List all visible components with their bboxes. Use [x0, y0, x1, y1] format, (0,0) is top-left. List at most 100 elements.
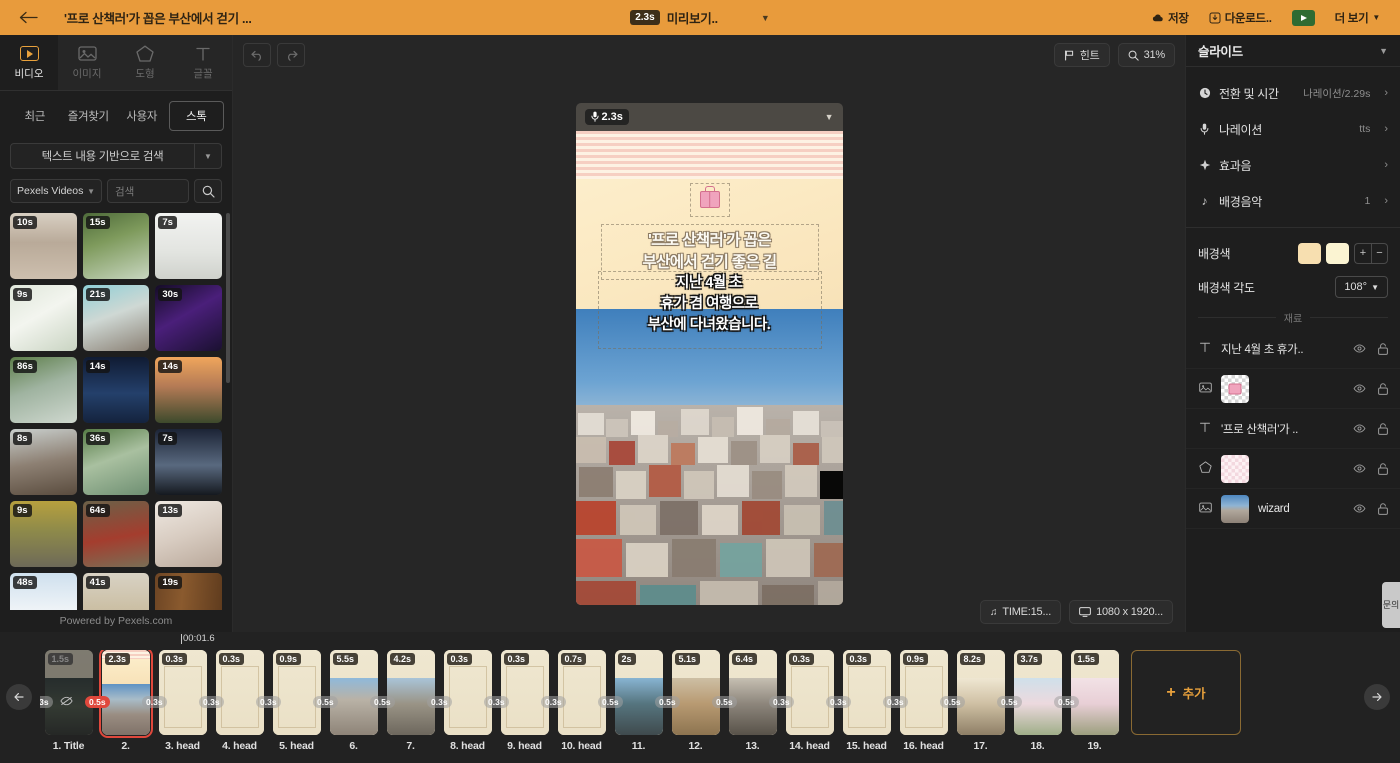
row-transition-time[interactable]: 전환 및 시간 나레이션/2.29s ›: [1186, 75, 1400, 111]
timeline-scene-strip[interactable]: 0.3s1.5s1. Title0.5s2.3s2.0.3s0.3s3. hea…: [40, 650, 1362, 763]
hint-button[interactable]: 힌트: [1054, 43, 1110, 67]
unlock-icon[interactable]: [1378, 423, 1388, 435]
inquiry-tab[interactable]: 문의: [1382, 582, 1400, 628]
scene-gap-badge[interactable]: 0.5s: [997, 696, 1022, 708]
slide-panel-header[interactable]: 슬라이드 ▼: [1186, 35, 1400, 67]
background-angle-select[interactable]: 108° ▼: [1335, 276, 1388, 298]
scene-thumbnail[interactable]: 0.9s: [273, 650, 321, 735]
unlock-icon[interactable]: [1378, 463, 1388, 475]
stock-thumbnail[interactable]: 36s: [83, 429, 150, 495]
eye-off-icon[interactable]: [60, 693, 73, 711]
chevron-down-icon[interactable]: ▼: [825, 112, 834, 122]
scene-gap-badge[interactable]: 0.5s: [1054, 696, 1079, 708]
eye-icon[interactable]: [1353, 384, 1366, 393]
stock-thumbnail[interactable]: 14s: [83, 357, 150, 423]
stock-thumbnail[interactable]: 64s: [83, 501, 150, 567]
scene-thumbnail[interactable]: 4.2s: [387, 650, 435, 735]
scene-gap-badge[interactable]: 0.5s: [313, 696, 338, 708]
back-button[interactable]: [0, 0, 56, 35]
stock-thumbnail[interactable]: 9s: [10, 501, 77, 567]
scene-gap-badge[interactable]: 0.5s: [940, 696, 965, 708]
timeline-ruler[interactable]: 00:01.6: [0, 632, 1400, 646]
add-scene-button[interactable]: +추가: [1131, 650, 1241, 735]
scene-gap-badge[interactable]: 0.3s: [142, 696, 167, 708]
undo-button[interactable]: [243, 43, 271, 67]
scene-thumbnail[interactable]: 3.7s: [1014, 650, 1062, 735]
time-status-button[interactable]: ♫ TIME:15...: [980, 600, 1061, 624]
row-sound-effect[interactable]: 효과음 ›: [1186, 147, 1400, 183]
stock-thumbnail[interactable]: 30s: [155, 285, 222, 351]
scene-gap-badge[interactable]: 0.5s: [598, 696, 623, 708]
eye-icon[interactable]: [1353, 424, 1366, 433]
stock-thumbnail[interactable]: 10s: [10, 213, 77, 279]
redo-button[interactable]: [277, 43, 305, 67]
timeline-scene[interactable]: 0.5s1.5s19.: [1066, 650, 1123, 752]
color-swatch-1[interactable]: [1298, 243, 1321, 264]
scene-thumbnail[interactable]: 0.3s: [786, 650, 834, 735]
youtube-icon[interactable]: [1292, 10, 1315, 26]
scene-thumbnail[interactable]: 0.7s: [558, 650, 606, 735]
slide-canvas[interactable]: '프로 산책러'가 꼽은 부산에서 걷기 좋은 길: [576, 131, 843, 605]
stock-thumbnail[interactable]: 8s: [10, 429, 77, 495]
preview-chevron-down-icon[interactable]: ▼: [761, 13, 770, 23]
stock-thumbnail-scroll[interactable]: 10s15s7s9s21s30s86s14s14s8s36s7s9s64s13s…: [0, 213, 232, 610]
stock-thumbnail[interactable]: 19s: [155, 573, 222, 610]
scene-thumbnail[interactable]: 1.5s: [1071, 650, 1119, 735]
scene-thumbnail[interactable]: 2s: [615, 650, 663, 735]
suitcase-icon[interactable]: [690, 183, 730, 217]
row-background-music[interactable]: ♪ 배경음악 1 ›: [1186, 183, 1400, 219]
scene-gap-badge[interactable]: 0.3s: [769, 696, 794, 708]
add-color-button[interactable]: +: [1354, 243, 1371, 264]
scene-thumbnail[interactable]: 0.3s: [159, 650, 207, 735]
scene-gap-badge[interactable]: 0.5s: [85, 696, 110, 708]
scene-thumbnail[interactable]: 0.3s: [843, 650, 891, 735]
more-button[interactable]: 더 보기 ▼: [1325, 6, 1390, 30]
timeline-next-button[interactable]: [1364, 684, 1390, 710]
row-narration[interactable]: 나레이션 tts ›: [1186, 111, 1400, 147]
scene-gap-badge[interactable]: 0.3s: [256, 696, 281, 708]
filter-stock[interactable]: 스톡: [169, 101, 225, 131]
tab-text[interactable]: 글꼴: [174, 35, 232, 90]
eye-icon[interactable]: [1353, 504, 1366, 513]
unlock-icon[interactable]: [1378, 383, 1388, 395]
preview-label[interactable]: 미리보기..: [667, 8, 718, 27]
stock-thumbnail[interactable]: 48s: [10, 573, 77, 610]
resolution-status-button[interactable]: 1080 x 1920...: [1069, 600, 1173, 624]
stock-thumbnail[interactable]: 21s: [83, 285, 150, 351]
scene-gap-badge[interactable]: 0.3s: [40, 696, 53, 708]
scene-gap-badge[interactable]: 0.5s: [655, 696, 680, 708]
filter-recent[interactable]: 최근: [8, 102, 62, 130]
chevron-down-icon[interactable]: ▼: [195, 152, 221, 161]
color-swatch-2[interactable]: [1326, 243, 1349, 264]
scene-thumbnail[interactable]: 0.9s: [900, 650, 948, 735]
stock-thumbnail[interactable]: 7s: [155, 213, 222, 279]
layer-item[interactable]: [1186, 449, 1400, 489]
tab-video[interactable]: 비디오: [0, 35, 58, 90]
stock-thumbnail[interactable]: 7s: [155, 429, 222, 495]
scene-thumbnail[interactable]: 2.3s: [102, 650, 150, 735]
scene-thumbnail[interactable]: 0.3s: [501, 650, 549, 735]
stock-thumbnail[interactable]: 41s: [83, 573, 150, 610]
search-button[interactable]: [194, 179, 222, 203]
scene-thumbnail[interactable]: 0.3s: [216, 650, 264, 735]
scene-thumbnail[interactable]: 8.2s: [957, 650, 1005, 735]
stock-thumbnail[interactable]: 14s: [155, 357, 222, 423]
layer-item[interactable]: wizard: [1186, 489, 1400, 529]
scene-thumbnail[interactable]: 5.1s: [672, 650, 720, 735]
unlock-icon[interactable]: [1378, 503, 1388, 515]
stock-thumbnail[interactable]: 15s: [83, 213, 150, 279]
filter-user[interactable]: 사용자: [115, 102, 169, 130]
scene-thumbnail[interactable]: 0.3s: [444, 650, 492, 735]
tab-image[interactable]: 이미지: [58, 35, 116, 90]
stock-thumbnail[interactable]: 86s: [10, 357, 77, 423]
scene-thumbnail[interactable]: 5.5s: [330, 650, 378, 735]
stock-thumbnail[interactable]: 9s: [10, 285, 77, 351]
scene-thumbnail[interactable]: 6.4s: [729, 650, 777, 735]
search-input[interactable]: 검색: [107, 179, 189, 203]
scene-gap-badge[interactable]: 0.3s: [541, 696, 566, 708]
scene-gap-badge[interactable]: 0.5s: [712, 696, 737, 708]
unlock-icon[interactable]: [1378, 343, 1388, 355]
zoom-control[interactable]: 31%: [1118, 43, 1175, 67]
save-button[interactable]: 저장: [1142, 6, 1199, 30]
scene-gap-badge[interactable]: 0.5s: [370, 696, 395, 708]
